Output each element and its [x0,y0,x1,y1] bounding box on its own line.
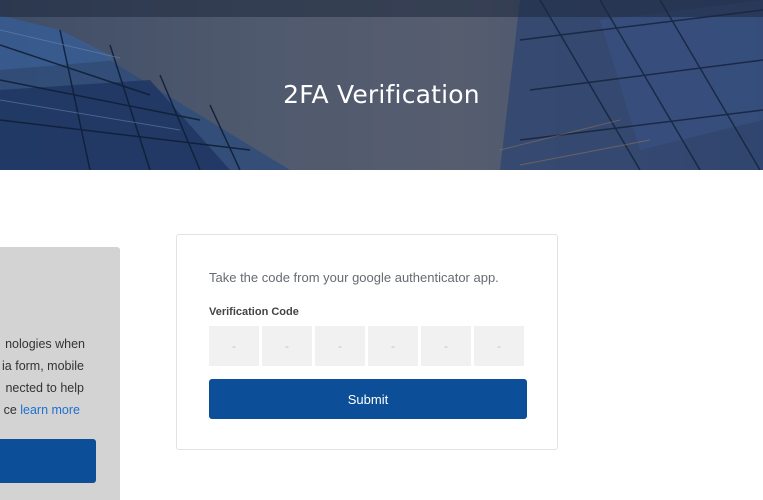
code-digit-input-4[interactable] [368,326,418,366]
learn-more-link[interactable]: learn more [20,403,80,417]
verification-card: Take the code from your google authentic… [176,234,558,450]
cookie-notice-line-with-link: ce learn more [0,399,120,421]
verification-code-label: Verification Code [209,306,299,318]
page-title: 2FA Verification [283,80,480,109]
code-digit-input-3[interactable] [315,326,365,366]
instruction-text: Take the code from your google authentic… [209,270,499,285]
code-digit-input-6[interactable] [474,326,524,366]
hero-banner: 2FA Verification [0,0,763,170]
submit-button[interactable]: Submit [209,379,527,419]
cookie-notice-line: ce [3,403,21,417]
code-digit-input-1[interactable] [209,326,259,366]
cookie-notice-line: nologies when [5,337,85,351]
hero-top-strip [0,0,763,17]
code-digit-input-5[interactable] [421,326,471,366]
cookie-notice-line: nected to help [5,381,84,395]
verification-code-inputs [209,326,527,366]
page: 2FA Verification nologies when ia form, … [0,0,763,500]
code-digit-input-2[interactable] [262,326,312,366]
cookie-notice-text: nologies when ia form, mobile nected to … [0,333,120,421]
cookie-notice-line: ia form, mobile [2,359,84,373]
cookie-accept-button[interactable] [0,439,96,483]
